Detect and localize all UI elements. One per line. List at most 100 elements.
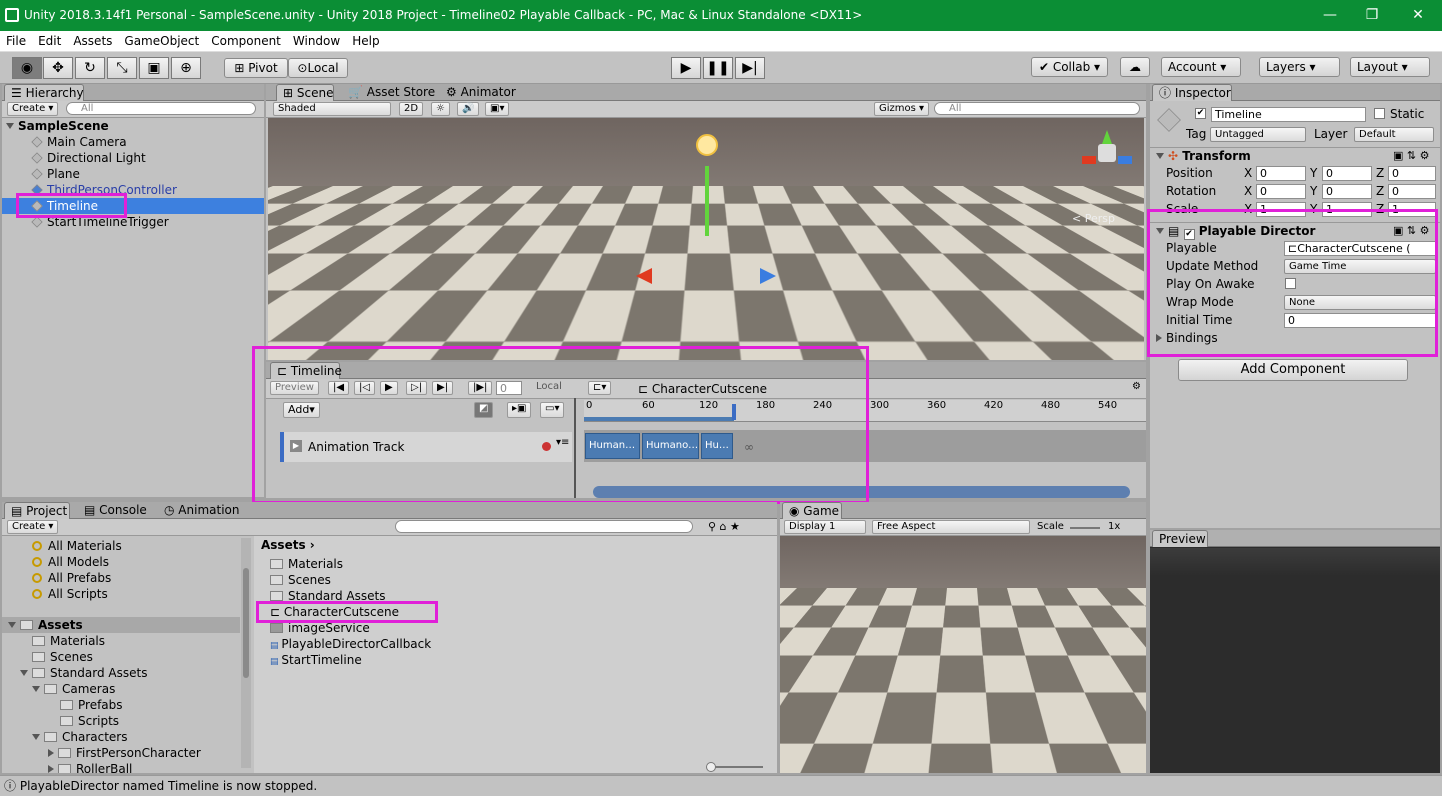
add-component-button[interactable]: Add Component — [1178, 359, 1408, 381]
markers-toggle-icon[interactable]: ▸▣ — [507, 402, 532, 418]
local-time-toggle[interactable]: Local — [532, 381, 566, 395]
gameobject-name-field[interactable]: Timeline — [1211, 107, 1366, 122]
playable-director-header[interactable]: ▤ ✔ Playable Director — [1156, 224, 1315, 240]
active-checkbox[interactable]: ✔ — [1195, 108, 1206, 119]
prev-frame-icon[interactable]: |◁ — [354, 381, 376, 395]
scale-x-field[interactable]: 1 — [1256, 202, 1306, 217]
tab-console[interactable]: ▤ Console — [78, 502, 153, 519]
y-axis-handle[interactable] — [705, 166, 709, 236]
account-dropdown[interactable]: Account ▾ — [1161, 57, 1241, 77]
scale-z-field[interactable]: 1 — [1388, 202, 1436, 217]
hierarchy-item[interactable]: StartTimelineTrigger — [2, 214, 264, 230]
animation-clip[interactable]: Hu… — [701, 433, 733, 459]
hierarchy-item[interactable]: Directional Light — [2, 150, 264, 166]
tree-folder[interactable]: Standard Assets — [2, 665, 240, 681]
tab-animation[interactable]: ◷ Animation — [158, 502, 245, 519]
initial-time-field[interactable]: 0 — [1284, 313, 1436, 328]
favorite-item[interactable]: All Materials — [2, 538, 240, 554]
tree-folder[interactable]: Cameras — [2, 681, 240, 697]
play-on-awake-checkbox[interactable] — [1285, 278, 1296, 289]
cloud-icon[interactable]: ☁ — [1120, 57, 1150, 77]
bindings-foldout[interactable]: Bindings — [1156, 331, 1218, 345]
menu-help[interactable]: Help — [346, 31, 385, 51]
tree-scrollbar-thumb[interactable] — [243, 568, 249, 678]
preview-toggle[interactable]: Preview — [270, 381, 319, 395]
character-object[interactable] — [696, 228, 722, 254]
asset-item[interactable]: ▤ StartTimeline — [254, 652, 777, 668]
rotation-z-field[interactable]: 0 — [1388, 184, 1436, 199]
static-checkbox[interactable] — [1374, 108, 1385, 119]
aspect-dropdown[interactable]: Free Aspect — [872, 520, 1030, 534]
collab-button[interactable]: ✔ Collab ▾ — [1031, 57, 1108, 77]
play-range-icon[interactable]: |▶| — [468, 381, 493, 395]
hierarchy-item-selected[interactable]: Timeline — [2, 198, 264, 214]
local-toggle[interactable]: ⊙Local — [288, 58, 348, 78]
tab-timeline[interactable]: ⊏ Timeline — [270, 362, 342, 379]
tree-folder[interactable]: Materials — [2, 633, 240, 649]
minimize-button[interactable]: — — [1310, 4, 1350, 26]
slider-thumb[interactable] — [706, 762, 716, 772]
step-icon[interactable]: ▶| — [735, 57, 765, 79]
playable-field[interactable]: ⊏CharacterCutscene ( — [1284, 241, 1436, 256]
hierarchy-search-input[interactable]: All — [66, 102, 256, 115]
scale-y-field[interactable]: 1 — [1322, 202, 1372, 217]
component-icons[interactable]: ▣ ⇅ ⚙ — [1393, 149, 1429, 162]
asset-item[interactable]: imageService — [254, 620, 777, 636]
hierarchy-item[interactable]: Plane — [2, 166, 264, 182]
asset-item[interactable]: Scenes — [254, 572, 777, 588]
asset-item[interactable]: ⊏ CharacterCutscene — [254, 604, 777, 620]
asset-item[interactable]: ▤ PlayableDirectorCallback — [254, 636, 777, 652]
scene-orientation-gizmo[interactable] — [1076, 126, 1136, 190]
frame-field[interactable]: 0 — [496, 381, 522, 395]
position-x-field[interactable]: 0 — [1256, 166, 1306, 181]
tree-folder[interactable]: Scenes — [2, 649, 240, 665]
tree-scrollbar[interactable] — [241, 538, 251, 768]
move-tool-icon[interactable]: ✥ — [43, 57, 73, 79]
timeline-play-icon[interactable]: ▶ — [380, 381, 398, 395]
menu-file[interactable]: File — [0, 31, 32, 51]
track-menu-icon[interactable]: ▾≡ — [556, 437, 569, 448]
rotation-y-field[interactable]: 0 — [1322, 184, 1372, 199]
component-icons[interactable]: ▣ ⇅ ⚙ — [1393, 224, 1429, 237]
shading-dropdown[interactable]: Shaded — [273, 102, 391, 116]
menu-window[interactable]: Window — [287, 31, 346, 51]
rect-tool-icon[interactable]: ▣ — [139, 57, 169, 79]
project-create-button[interactable]: Create ▾ — [7, 520, 59, 534]
status-bar[interactable]: ⓘ PlayableDirector named Timeline is now… — [0, 775, 1442, 796]
favorite-item[interactable]: All Scripts — [2, 586, 240, 602]
tab-hierarchy[interactable]: ☰ Hierarchy — [4, 84, 84, 101]
close-button[interactable]: ✕ — [1398, 4, 1438, 26]
x-axis-handle[interactable] — [636, 268, 652, 284]
transform-header[interactable]: ✣ Transform — [1156, 149, 1251, 163]
game-viewport[interactable] — [780, 536, 1146, 773]
tab-asset-store[interactable]: 🛒 Asset Store — [342, 84, 441, 101]
transform-tool-icon[interactable]: ⊕ — [171, 57, 201, 79]
play-icon[interactable]: ▶ — [671, 57, 701, 79]
tree-folder[interactable]: Characters — [2, 729, 240, 745]
audio-icon[interactable]: 🔊 — [457, 102, 480, 116]
assets-root[interactable]: Assets — [2, 617, 240, 633]
tab-preview[interactable]: Preview — [1152, 530, 1208, 547]
scale-tool-icon[interactable]: ⤡ — [107, 57, 137, 79]
menu-edit[interactable]: Edit — [32, 31, 67, 51]
display-dropdown[interactable]: Display 1 — [784, 520, 866, 534]
menu-assets[interactable]: Assets — [67, 31, 118, 51]
pivot-toggle[interactable]: ⊞ Pivot — [224, 58, 288, 78]
add-track-button[interactable]: Add▾ — [283, 402, 320, 418]
tab-project[interactable]: ▤ Project — [4, 502, 70, 519]
tab-inspector[interactable]: ⓘ Inspector — [1152, 84, 1232, 101]
animation-track-header[interactable]: ▶ Animation Track ▾≡ — [280, 432, 572, 462]
tree-folder[interactable]: Scripts — [2, 713, 240, 729]
asset-item[interactable]: Materials — [254, 556, 777, 572]
pause-icon[interactable]: ❚❚ — [703, 57, 733, 79]
breadcrumb[interactable]: Assets › — [261, 538, 315, 552]
time-ruler[interactable]: 0 60 120 180 240 300 360 420 480 540 — [584, 400, 1146, 422]
tab-animator[interactable]: ⚙ Animator — [440, 84, 522, 101]
scene-search-input[interactable]: All — [934, 102, 1140, 115]
animation-clip[interactable]: Human… — [585, 433, 640, 459]
z-axis-handle[interactable] — [760, 268, 776, 284]
hierarchy-item[interactable]: ThirdPersonController — [2, 182, 264, 198]
lock-tracks-icon[interactable]: ▭▾ — [540, 402, 565, 418]
timeline-scrollbar[interactable] — [593, 486, 1130, 498]
view-tool-eye-icon[interactable]: ◉ — [12, 57, 42, 79]
